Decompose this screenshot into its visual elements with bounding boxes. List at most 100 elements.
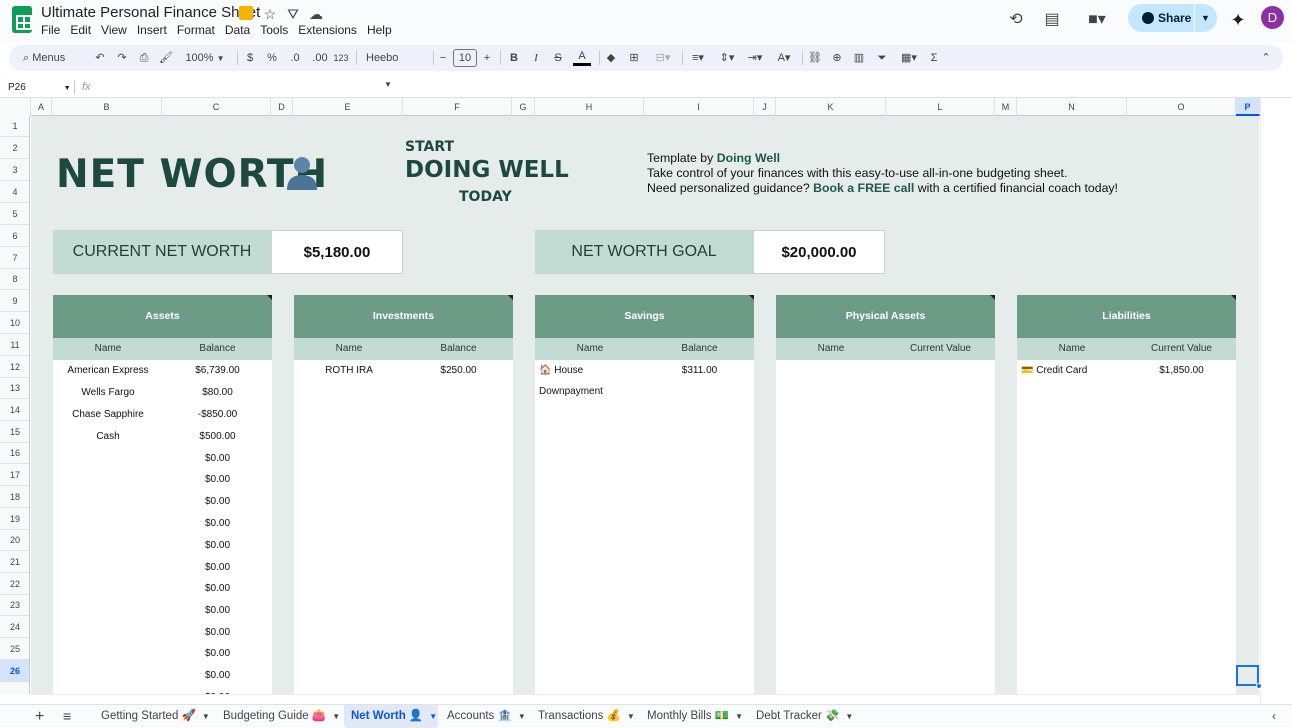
text-color-button[interactable]: A [573, 46, 591, 66]
bold-button[interactable]: B [507, 45, 521, 71]
text-rotation-icon[interactable]: A▾ [772, 45, 796, 71]
font-size-input[interactable]: 10 [453, 49, 477, 67]
horizontal-align-icon[interactable]: ≡▾ [686, 45, 710, 71]
chevron-down-icon[interactable]: ▼ [627, 712, 635, 721]
column-header[interactable]: J [754, 98, 776, 116]
chevron-down-icon[interactable]: ▼ [518, 712, 526, 721]
redo-icon[interactable]: ↷ [115, 45, 129, 71]
column-header[interactable]: A [31, 98, 52, 116]
font-size-increase-icon[interactable]: + [481, 45, 493, 71]
column-balance-header[interactable]: Current Value [1127, 338, 1236, 360]
column-balance-header[interactable]: Balance [645, 338, 754, 360]
table-row[interactable]: $0.00 [53, 643, 272, 664]
column-header[interactable]: B [52, 98, 162, 116]
table-row[interactable]: $0.00 [53, 491, 272, 512]
sheet-canvas[interactable]: NET WORTH START DOING WELL TODAY Templat… [31, 116, 1259, 694]
row-header[interactable]: 14 [0, 399, 29, 421]
insert-link-icon[interactable]: ⛓ [808, 45, 822, 71]
row-header[interactable]: 22 [0, 573, 29, 595]
scroll-tabs-left-icon[interactable]: ‹ [1272, 705, 1276, 728]
chevron-down-icon[interactable]: ▼ [332, 712, 340, 721]
menu-insert[interactable]: Insert [137, 23, 167, 37]
search-menus-button[interactable]: ⌕ Menus [13, 48, 87, 68]
book-call-link[interactable]: Book a FREE call [813, 181, 914, 195]
row-header[interactable]: 2 [0, 137, 29, 159]
table-row[interactable]: Cash $500.00 [53, 426, 272, 447]
row-header[interactable]: 11 [0, 334, 29, 356]
add-sheet-icon[interactable]: + [35, 705, 44, 728]
row-name[interactable]: Wells Fargo [53, 382, 163, 403]
row-header[interactable]: 5 [0, 203, 29, 225]
paint-format-icon[interactable]: 🖌 [159, 45, 173, 71]
table-row[interactable]: 💳 Credit Card $1,850.00 [1017, 360, 1236, 381]
selected-cell[interactable] [1236, 665, 1259, 686]
column-header[interactable]: N [1017, 98, 1127, 116]
row-header[interactable]: 19 [0, 508, 29, 530]
row-header[interactable]: 10 [0, 312, 29, 334]
share-button[interactable]: Share ▼ [1128, 4, 1217, 32]
menu-view[interactable]: View [101, 23, 127, 37]
row-header[interactable]: 18 [0, 486, 29, 508]
column-header-selected[interactable]: P [1236, 98, 1260, 116]
fill-handle[interactable] [1256, 683, 1262, 689]
row-header[interactable]: 20 [0, 530, 29, 551]
document-title[interactable]: Ultimate Personal Finance Sheet [41, 4, 260, 21]
column-balance-header[interactable]: Current Value [886, 338, 995, 360]
column-name-header[interactable]: Name [294, 338, 404, 360]
row-balance[interactable]: $0.00 [163, 469, 272, 490]
menu-help[interactable]: Help [367, 23, 392, 37]
row-name[interactable]: Cash [53, 426, 163, 447]
row-balance[interactable]: $0.00 [163, 643, 272, 664]
insert-chart-icon[interactable]: ▥ [852, 45, 866, 71]
row-name[interactable]: ROTH IRA [294, 360, 404, 381]
row-header[interactable]: 6 [0, 225, 29, 247]
table-row[interactable]: $0.00 [53, 578, 272, 599]
column-header[interactable]: K [776, 98, 886, 116]
avatar[interactable]: D [1261, 6, 1284, 29]
gemini-icon[interactable]: ✦ [1227, 9, 1249, 31]
card-title[interactable]: Investments [294, 295, 513, 338]
text-wrap-icon[interactable]: ⇥▾ [743, 45, 767, 71]
sheet-tab[interactable]: Transactions 💰 ▼ [531, 705, 637, 728]
horizontal-scrollbar[interactable] [31, 694, 1260, 704]
move-drive-icon[interactable]: ⛛ [285, 6, 301, 22]
row-header[interactable]: 26 [0, 660, 29, 682]
column-header[interactable]: F [403, 98, 512, 116]
column-header[interactable]: H [535, 98, 644, 116]
sheet-tab[interactable]: Debt Tracker 💸 ▼ [749, 705, 853, 728]
currency-button[interactable]: $ [243, 45, 257, 71]
table-row[interactable]: $0.00 [53, 622, 272, 643]
menu-tools[interactable]: Tools [260, 23, 288, 37]
filter-icon[interactable]: ⏷ [875, 45, 889, 71]
row-header[interactable]: 23 [0, 595, 29, 616]
table-row[interactable]: $0.00 [53, 469, 272, 490]
row-name[interactable]: 💳 Credit Card [1017, 360, 1127, 381]
column-balance-header[interactable]: Balance [163, 338, 272, 360]
version-history-icon[interactable]: ⟲ [1005, 9, 1027, 31]
vertical-scrollbar[interactable] [1260, 98, 1292, 704]
column-header[interactable]: O [1127, 98, 1236, 116]
row-header[interactable]: 8 [0, 269, 29, 290]
doing-well-link[interactable]: Doing Well [717, 151, 780, 165]
star-icon[interactable]: ☆ [262, 6, 278, 22]
row-header[interactable]: 4 [0, 181, 29, 203]
row-balance[interactable]: $0.00 [163, 665, 272, 686]
column-header[interactable]: M [995, 98, 1017, 116]
sheet-tab[interactable]: Budgeting Guide 👛 ▼ [216, 705, 342, 728]
table-row[interactable]: Wells Fargo $80.00 [53, 382, 272, 403]
row-header[interactable]: 17 [0, 464, 29, 486]
filter-views-icon[interactable]: ▦▾ [897, 45, 921, 71]
table-row[interactable]: $0.00 [53, 448, 272, 469]
menu-format[interactable]: Format [177, 23, 215, 37]
font-select[interactable]: Heebo ▼ [366, 45, 426, 89]
table-row[interactable]: $0.00 [53, 687, 272, 694]
column-header[interactable]: C [162, 98, 271, 116]
row-balance[interactable]: $0.00 [163, 491, 272, 512]
row-balance[interactable]: $80.00 [163, 382, 272, 403]
comments-icon[interactable]: ▤ [1041, 9, 1063, 31]
column-name-header[interactable]: Name [1017, 338, 1127, 360]
italic-button[interactable]: I [529, 45, 543, 71]
menu-extensions[interactable]: Extensions [298, 23, 357, 37]
strikethrough-button[interactable]: S [551, 45, 565, 71]
table-row[interactable]: $0.00 [53, 665, 272, 686]
